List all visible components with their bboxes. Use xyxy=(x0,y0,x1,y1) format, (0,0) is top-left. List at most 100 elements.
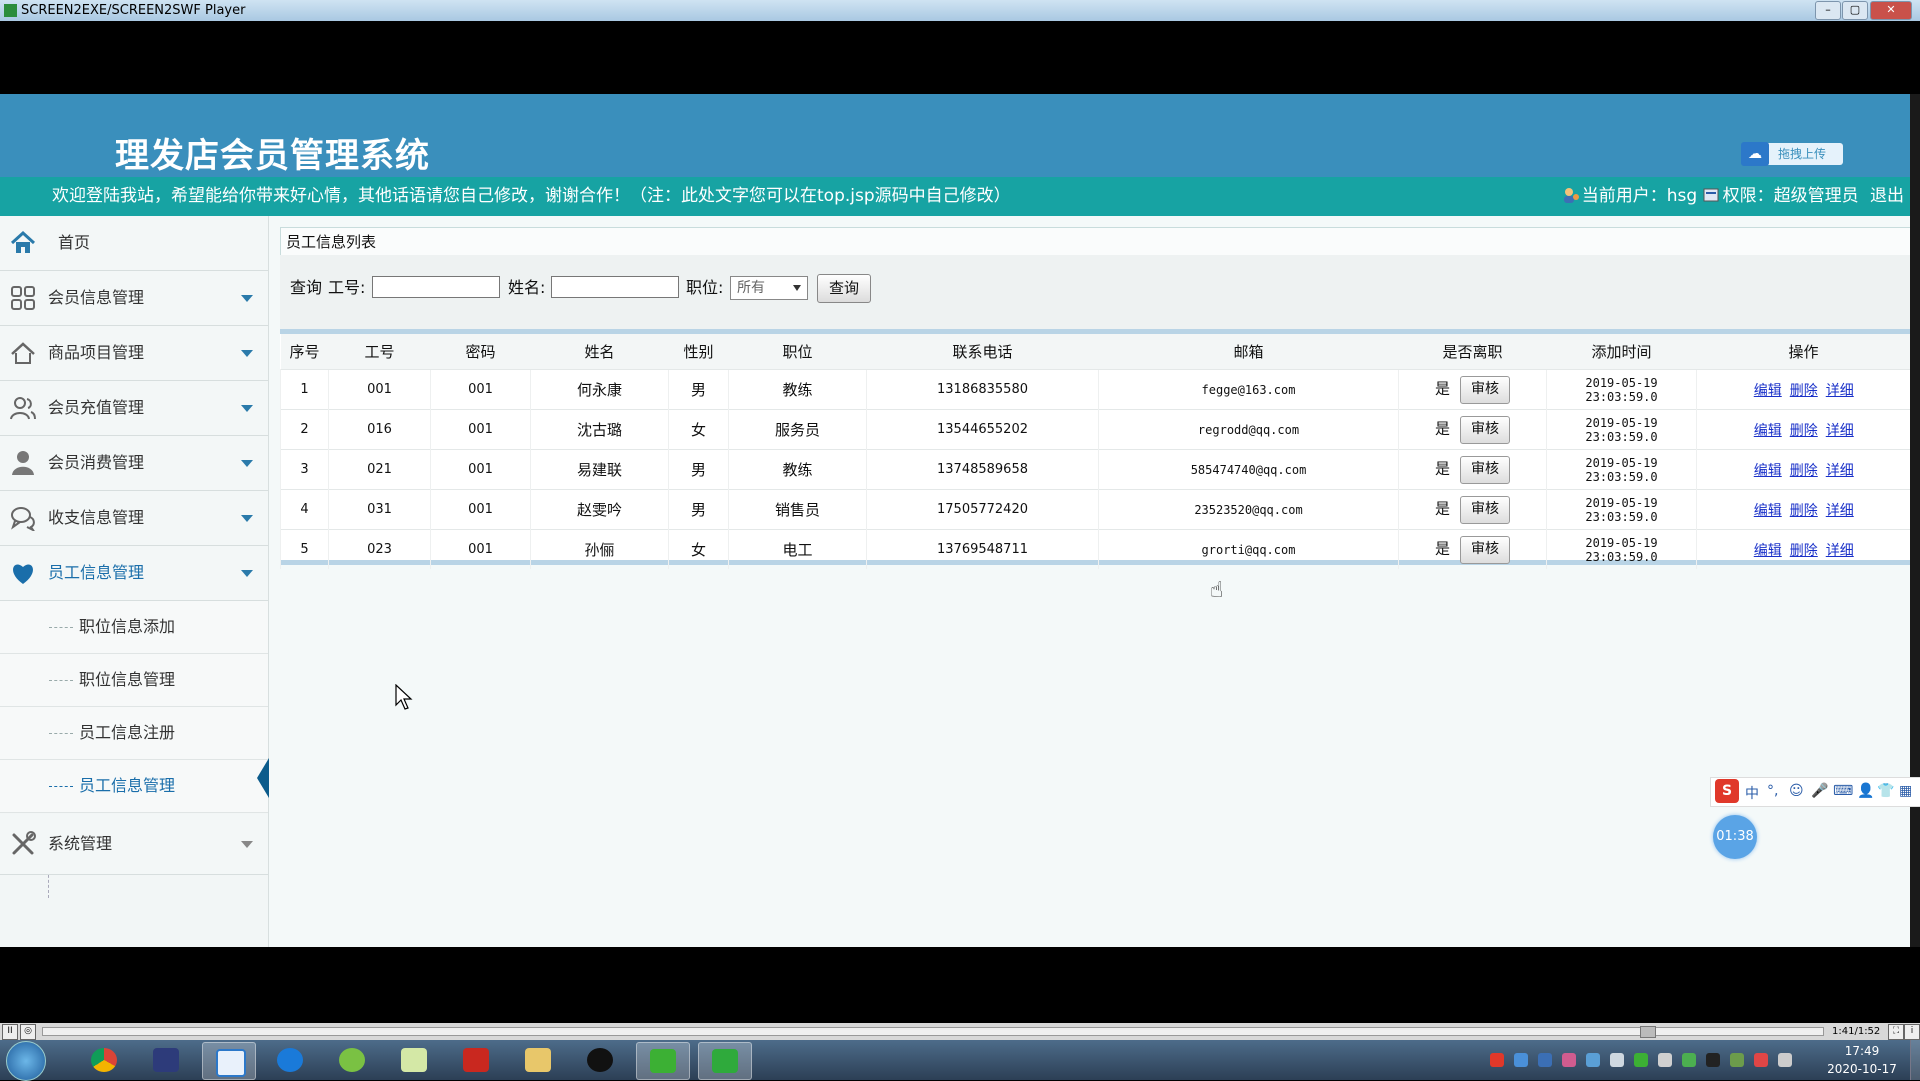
detail-link[interactable]: 详细 xyxy=(1826,503,1854,519)
delete-link[interactable]: 删除 xyxy=(1790,383,1818,399)
emoji-icon[interactable]: ☺ xyxy=(1789,783,1804,799)
delete-link[interactable]: 删除 xyxy=(1790,503,1818,519)
edit-link[interactable]: 编辑 xyxy=(1754,423,1782,439)
taskbar-clock[interactable]: 17:49 2020-10-17 xyxy=(1822,1042,1902,1078)
sidebar-item-home[interactable]: 首页 xyxy=(0,216,268,271)
volume-icon[interactable] xyxy=(1658,1053,1672,1067)
taskbar-app6[interactable] xyxy=(388,1042,440,1078)
detail-link[interactable]: 详细 xyxy=(1826,423,1854,439)
minimize-button[interactable]: – xyxy=(1815,1,1841,20)
user-info: 当前用户：hsg 权限：超级管理员 退出 xyxy=(1562,177,1904,216)
cell-resigned: 是审核 xyxy=(1398,449,1547,490)
audit-button[interactable]: 审核 xyxy=(1460,535,1510,564)
stop-button[interactable]: ◎ xyxy=(20,1024,36,1040)
taskbar-app4[interactable] xyxy=(264,1042,316,1078)
sidebar-item-finance[interactable]: 收支信息管理 xyxy=(0,491,268,546)
display-icon[interactable] xyxy=(1778,1053,1792,1067)
submenu-item-position-add[interactable]: 职位信息添加 xyxy=(0,601,268,654)
employee-id-input[interactable] xyxy=(372,276,500,298)
audit-button[interactable]: 审核 xyxy=(1460,375,1510,404)
info-button[interactable]: i xyxy=(1904,1024,1920,1040)
seek-thumb[interactable] xyxy=(1640,1026,1656,1038)
sidebar-item-consume[interactable]: 会员消费管理 xyxy=(0,436,268,491)
battery-icon[interactable] xyxy=(1730,1053,1744,1067)
edit-link[interactable]: 编辑 xyxy=(1754,503,1782,519)
cell-added: 2019-05-19 23:03:59.0 xyxy=(1546,529,1697,569)
tray-icon[interactable] xyxy=(1610,1053,1624,1067)
tree-dash xyxy=(49,680,73,681)
audit-button[interactable]: 审核 xyxy=(1460,455,1510,484)
chevron-down-icon xyxy=(241,295,253,302)
upload-button[interactable]: ☁ 拖拽上传 xyxy=(1741,142,1843,166)
taskbar-app11[interactable] xyxy=(698,1042,752,1080)
skin-icon[interactable]: 👕 xyxy=(1877,783,1894,799)
account-icon[interactable]: 👤 xyxy=(1857,783,1874,799)
taskbar-app7[interactable] xyxy=(450,1042,502,1078)
submenu-item-staff-manage[interactable]: 员工信息管理 xyxy=(0,760,268,813)
audit-button[interactable]: 审核 xyxy=(1460,495,1510,524)
sidebar-item-staff[interactable]: 员工信息管理 xyxy=(0,546,268,601)
fullscreen-button[interactable]: ⛶ xyxy=(1888,1024,1904,1040)
pause-button[interactable]: II xyxy=(2,1024,18,1040)
sogou-tray-icon[interactable] xyxy=(1490,1053,1504,1067)
close-button[interactable]: ✕ xyxy=(1870,1,1912,20)
tray-icon[interactable] xyxy=(1538,1053,1552,1067)
network-icon[interactable] xyxy=(1682,1053,1696,1067)
users-icon xyxy=(10,397,36,420)
search-button[interactable]: 查询 xyxy=(817,274,871,303)
sidebar-item-goods[interactable]: 商品项目管理 xyxy=(0,326,268,381)
audit-button[interactable]: 审核 xyxy=(1460,415,1510,444)
keyboard-icon[interactable]: ⌨ xyxy=(1833,783,1853,799)
menu-grid-icon[interactable]: ▦ xyxy=(1899,783,1912,799)
delete-link[interactable]: 删除 xyxy=(1790,543,1818,559)
taskbar-app3[interactable] xyxy=(202,1042,256,1080)
wechat-tray-icon[interactable] xyxy=(1634,1053,1648,1067)
delete-link[interactable]: 删除 xyxy=(1790,463,1818,479)
tray-icon[interactable] xyxy=(1562,1053,1576,1067)
taskbar-app8[interactable] xyxy=(512,1042,564,1078)
sidebar-item-member[interactable]: 会员信息管理 xyxy=(0,271,268,326)
chrome-icon xyxy=(91,1048,117,1072)
taskbar-app10[interactable] xyxy=(636,1042,690,1080)
ime-toolbar[interactable]: S 中 °, ☺ 🎤 ⌨ 👤 👕 ▦ xyxy=(1710,777,1920,807)
edit-link[interactable]: 编辑 xyxy=(1754,543,1782,559)
position-select[interactable]: 所有 xyxy=(730,276,808,300)
id-label: 工号: xyxy=(328,278,366,297)
column-header: 添加时间 xyxy=(1546,334,1697,370)
taskbar-chrome[interactable] xyxy=(78,1042,130,1078)
taskbar-app5[interactable] xyxy=(326,1042,378,1078)
detail-link[interactable]: 详细 xyxy=(1826,543,1854,559)
menu-app-icon xyxy=(153,1048,179,1072)
start-button[interactable] xyxy=(6,1041,46,1081)
recording-timer[interactable]: 01:38 xyxy=(1713,815,1757,859)
logout-link[interactable]: 退出 xyxy=(1870,186,1904,206)
mic-icon[interactable]: 🎤 xyxy=(1811,783,1828,799)
punctuation-icon[interactable]: °, xyxy=(1767,783,1778,799)
edit-link[interactable]: 编辑 xyxy=(1754,383,1782,399)
employee-name-input[interactable] xyxy=(551,276,679,298)
delete-link[interactable]: 删除 xyxy=(1790,423,1818,439)
taskbar-app2[interactable] xyxy=(140,1042,192,1078)
submenu-item-staff-register[interactable]: 员工信息注册 xyxy=(0,707,268,760)
tray-icon[interactable] xyxy=(1754,1053,1768,1067)
edit-link[interactable]: 编辑 xyxy=(1754,463,1782,479)
qq-tray-icon[interactable] xyxy=(1706,1053,1720,1067)
sidebar-item-system[interactable]: 系统管理 xyxy=(0,814,268,875)
maximize-button[interactable]: ▢ xyxy=(1842,1,1868,20)
cell-position: 电工 xyxy=(728,529,867,569)
detail-link[interactable]: 详细 xyxy=(1826,383,1854,399)
detail-link[interactable]: 详细 xyxy=(1826,463,1854,479)
employee-table: 序号 工号 密码 姓名 性别 职位 联系电话 邮箱 是否离职 添加时间 操作 1… xyxy=(280,329,1910,569)
chevron-down-icon xyxy=(241,350,253,357)
seek-track[interactable] xyxy=(42,1027,1824,1036)
taskbar: 17:49 2020-10-17 xyxy=(0,1040,1920,1081)
tray-icon[interactable] xyxy=(1514,1053,1528,1067)
header-banner: 理发店会员管理系统 ☁ 拖拽上传 xyxy=(0,94,1910,177)
submenu-item-position-manage[interactable]: 职位信息管理 xyxy=(0,654,268,707)
shield-icon[interactable] xyxy=(1586,1053,1600,1067)
ime-mode[interactable]: 中 xyxy=(1745,783,1759,803)
sidebar-item-recharge[interactable]: 会员充值管理 xyxy=(0,381,268,436)
taskbar-app9[interactable] xyxy=(574,1042,626,1078)
show-desktop-button[interactable] xyxy=(1910,1040,1920,1080)
table-row: 5 023 001 孙俪女电工 13769548711 grorti@qq.com 是审核 2… xyxy=(280,529,1910,569)
